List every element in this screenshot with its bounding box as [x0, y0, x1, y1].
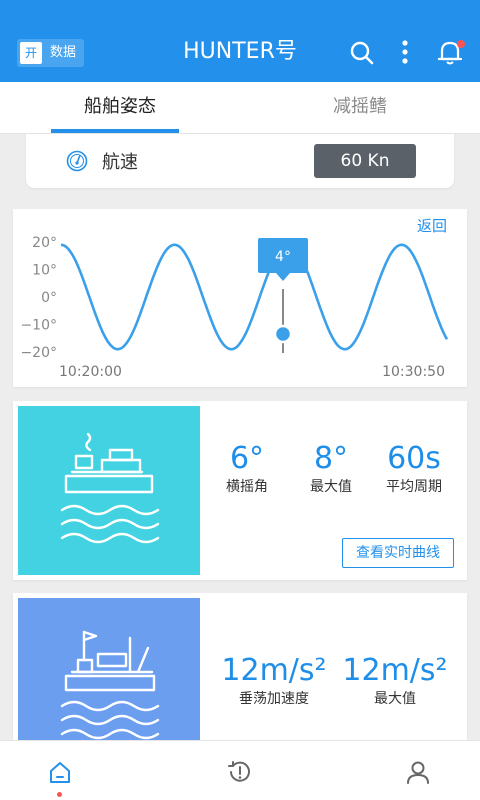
stat-heave-max: 12m/s² 最大值	[335, 653, 455, 709]
stat-roll-angle: 6° 横摇角	[212, 441, 282, 497]
view-realtime-curve-button[interactable]: 查看实时曲线	[342, 538, 454, 568]
y-tick-label: −20°	[20, 345, 57, 361]
stat-label: 最大值	[310, 479, 352, 495]
stat-value: 8°	[313, 441, 349, 476]
alert-history-icon[interactable]	[227, 759, 253, 785]
speed-card: 航速 60 Kn	[26, 134, 454, 188]
stat-value: 60s	[387, 441, 441, 476]
heave-card: 12m/s² 垂荡加速度 12m/s² 最大值	[13, 593, 467, 753]
tab-stabilizer-fin[interactable]: 减摇鳍	[240, 82, 480, 134]
y-tick-label: 20°	[32, 235, 57, 251]
stat-value: 12m/s²	[342, 653, 448, 688]
page-title: HUNTER号	[183, 39, 297, 64]
notification-badge	[457, 40, 465, 48]
stat-value: 6°	[229, 441, 265, 476]
tab-bar: 船舶姿态 减摇鳍	[0, 82, 480, 134]
chart-canvas: 20° 10° 0° −10° −20°10:20:00 10:30:50 4°	[20, 235, 449, 380]
x-tick-label: 10:30:50	[382, 364, 445, 380]
y-tick-label: 0°	[41, 290, 57, 306]
tooltip-pointer	[276, 273, 290, 281]
cursor-point	[273, 324, 293, 344]
stat-roll-max: 8° 最大值	[296, 441, 366, 497]
tooltip-value: 4°	[275, 249, 291, 265]
speed-label: 航速	[102, 152, 138, 173]
app-header: 开 数据 HUNTER号	[0, 0, 480, 82]
user-icon[interactable]	[405, 759, 431, 785]
toggle-label: 数据	[50, 45, 77, 60]
bottom-nav	[0, 740, 480, 800]
data-toggle[interactable]: 开 数据	[17, 39, 84, 67]
stat-label: 垂荡加速度	[239, 691, 309, 707]
stat-label: 最大值	[374, 691, 416, 707]
back-link[interactable]: 返回	[417, 215, 447, 236]
search-icon[interactable]	[345, 36, 377, 68]
speedometer-icon	[66, 150, 88, 172]
y-tick-label: 10°	[32, 263, 57, 279]
stat-avg-period: 60s 平均周期	[376, 441, 452, 497]
roll-card: 6° 横摇角 8° 最大值 60s 平均周期 查看实时曲线	[13, 401, 467, 580]
series-line	[60, 243, 449, 351]
platform-waves-icon	[18, 598, 200, 753]
y-tick-label: −10°	[20, 318, 57, 334]
tab-ship-attitude[interactable]: 船舶姿态	[0, 82, 240, 134]
stat-heave-accel: 12m/s² 垂荡加速度	[214, 653, 334, 709]
active-tab-indicator	[51, 129, 179, 133]
roll-angle-chart: 20° 10° 0° −10° −20° 10:20:00 10:30:50 4° 返回	[13, 209, 467, 387]
stat-label: 横摇角	[226, 479, 268, 495]
x-tick-label: 10:20:00	[59, 364, 122, 380]
toggle-on-indicator: 开	[20, 42, 42, 64]
home-active-dot	[57, 792, 62, 797]
stat-label: 平均周期	[386, 479, 442, 495]
ship-waves-icon	[18, 406, 200, 575]
more-icon[interactable]	[389, 36, 421, 68]
speed-value: 60 Kn	[314, 144, 416, 178]
home-icon[interactable]	[47, 759, 73, 785]
stat-value: 12m/s²	[221, 653, 327, 688]
